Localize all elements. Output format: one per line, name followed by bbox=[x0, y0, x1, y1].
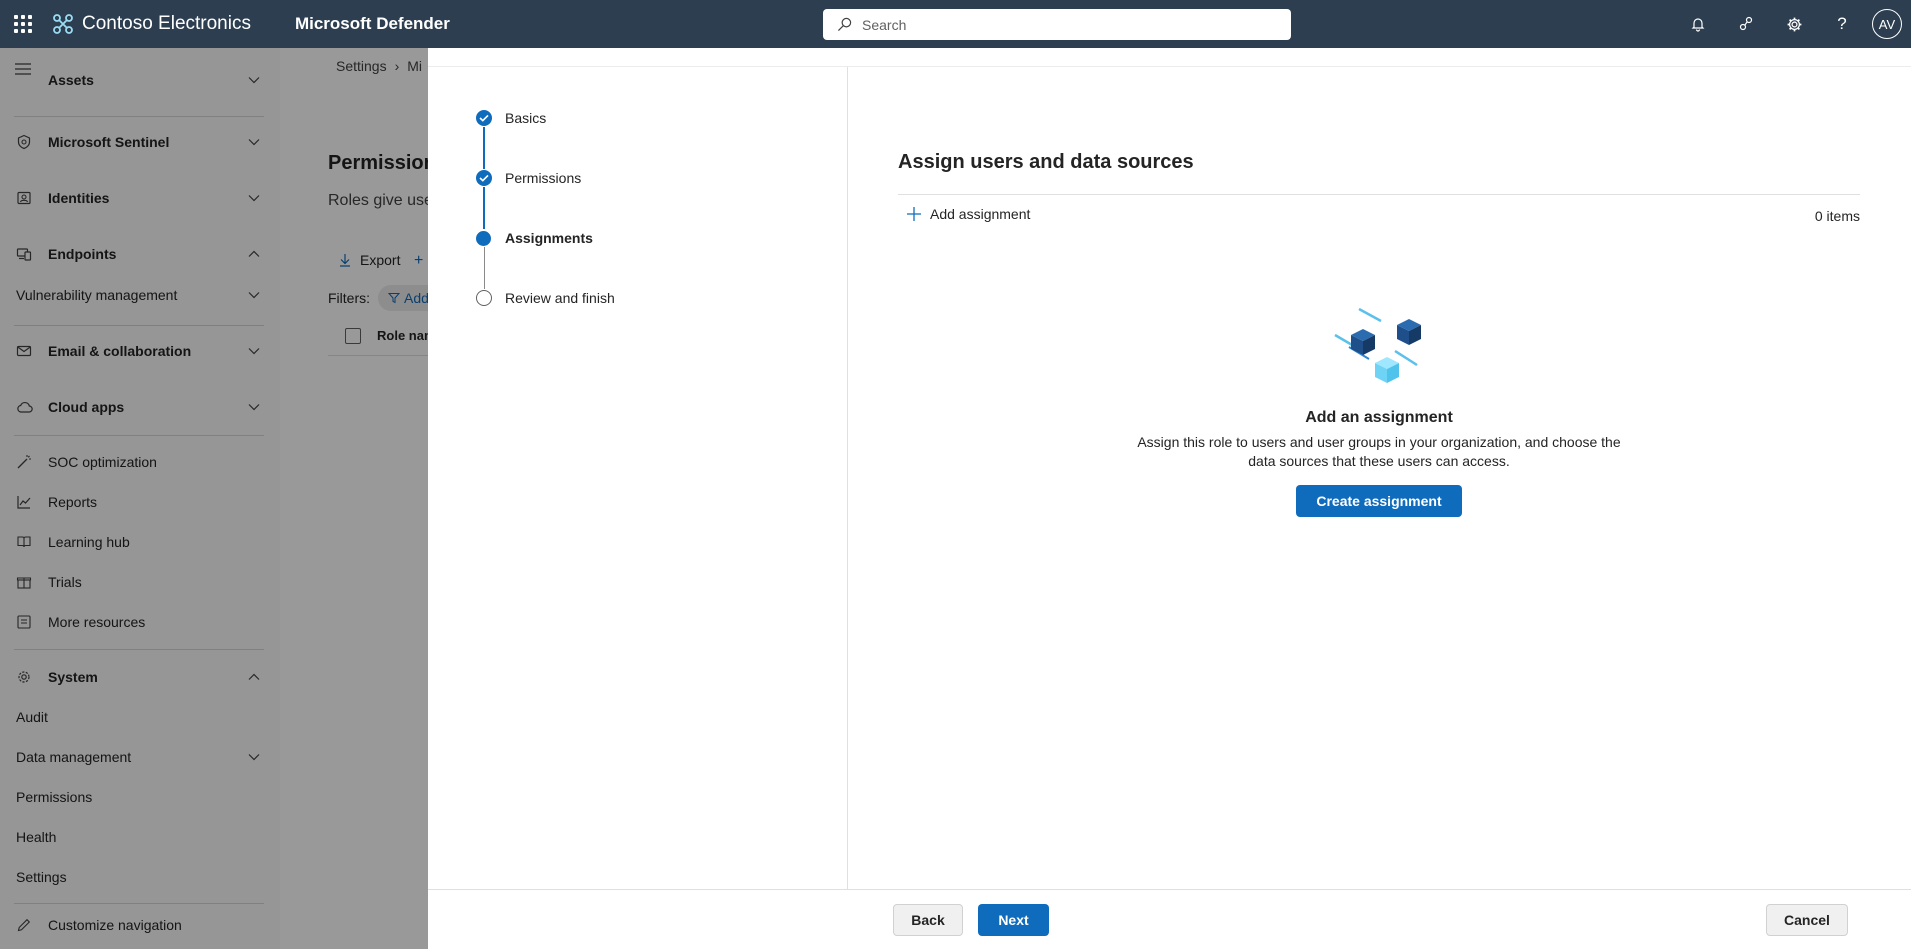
divider bbox=[898, 194, 1860, 195]
top-bar: Contoso Electronics Microsoft Defender S… bbox=[0, 0, 1911, 48]
settings-button[interactable] bbox=[1770, 0, 1818, 48]
contoso-logo-icon bbox=[53, 14, 73, 34]
search-placeholder: Search bbox=[862, 16, 907, 33]
step-connector bbox=[483, 187, 485, 229]
plus-icon bbox=[907, 207, 921, 221]
user-avatar[interactable]: AV bbox=[1872, 9, 1902, 39]
step-connector bbox=[483, 127, 485, 169]
current-step-dot-icon bbox=[476, 230, 491, 246]
empty-state-description: Assign this role to users and user group… bbox=[1137, 434, 1621, 469]
product-name[interactable]: Microsoft Defender bbox=[295, 14, 450, 34]
step-connector bbox=[483, 247, 485, 289]
wizard-steps: Basics Permissions Assignments Review an… bbox=[428, 67, 848, 889]
empty-circle-icon bbox=[476, 290, 492, 306]
help-button[interactable]: ? bbox=[1818, 0, 1866, 48]
question-mark-icon: ? bbox=[1837, 14, 1847, 33]
step-assignments[interactable]: Assignments bbox=[476, 230, 593, 246]
checkmark-icon bbox=[476, 170, 492, 186]
search-input[interactable]: Search bbox=[823, 9, 1291, 40]
org-name: Contoso Electronics bbox=[82, 13, 251, 34]
app-launcher-button[interactable] bbox=[0, 0, 46, 48]
waffle-icon bbox=[14, 15, 32, 33]
step-review-and-finish[interactable]: Review and finish bbox=[476, 290, 615, 306]
step-permissions[interactable]: Permissions bbox=[476, 170, 581, 186]
notifications-button[interactable] bbox=[1674, 0, 1722, 48]
add-assignment-button[interactable]: Add assignment bbox=[906, 206, 1030, 222]
community-button[interactable] bbox=[1722, 0, 1770, 48]
step-basics[interactable]: Basics bbox=[476, 110, 546, 126]
next-button[interactable]: Next bbox=[978, 904, 1049, 936]
empty-state-cubes-illustration bbox=[1334, 307, 1421, 383]
empty-state: Add an assignment Assign this role to us… bbox=[898, 305, 1860, 517]
checkmark-icon bbox=[476, 110, 492, 126]
share-nodes-icon bbox=[1739, 16, 1753, 31]
section-title: Assign users and data sources bbox=[898, 151, 1194, 173]
empty-state-title: Add an assignment bbox=[1305, 409, 1453, 426]
create-assignment-button[interactable]: Create assignment bbox=[1296, 485, 1462, 517]
gear-icon bbox=[1787, 17, 1801, 31]
cancel-button[interactable]: Cancel bbox=[1766, 904, 1848, 936]
search-icon bbox=[837, 17, 852, 32]
org-brand[interactable]: Contoso Electronics bbox=[52, 13, 251, 35]
bell-icon bbox=[1691, 18, 1705, 32]
back-button[interactable]: Back bbox=[893, 904, 963, 936]
wizard-footer: Back Next Cancel bbox=[428, 889, 1911, 949]
role-wizard-panel: Basics Permissions Assignments Review an… bbox=[428, 48, 1911, 949]
items-count: 0 items bbox=[1814, 208, 1860, 224]
